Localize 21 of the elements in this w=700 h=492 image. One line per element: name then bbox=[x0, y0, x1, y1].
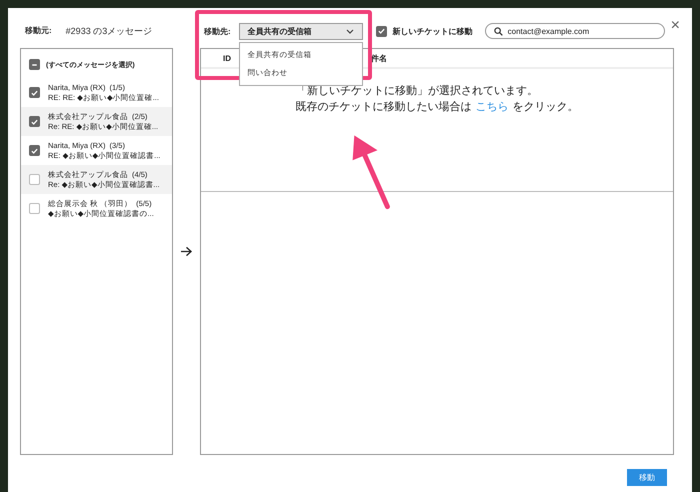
source-label: 移動元: bbox=[25, 24, 52, 36]
checkbox[interactable] bbox=[29, 174, 40, 185]
search-field[interactable]: contact@example.com bbox=[484, 23, 665, 39]
link[interactable]: こちら bbox=[476, 99, 508, 115]
check-icon bbox=[376, 26, 386, 36]
arrow-right-icon bbox=[180, 246, 193, 257]
destination-dropdown[interactable]: 全員共有の受信箱 bbox=[238, 22, 363, 40]
caret-icon bbox=[346, 28, 354, 34]
checkbox[interactable] bbox=[376, 26, 387, 36]
checkbox[interactable] bbox=[29, 145, 40, 156]
checkbox[interactable] bbox=[29, 87, 40, 98]
checkbox[interactable] bbox=[29, 59, 40, 70]
notice-text: をクリック。 bbox=[512, 100, 578, 115]
notice-text: 既存のチケットに移動したい場合は bbox=[296, 100, 472, 115]
destination-label: 移動先: bbox=[204, 26, 231, 36]
close-button[interactable]: × bbox=[668, 18, 682, 34]
checkbox[interactable] bbox=[29, 116, 40, 127]
source-value: #2933 の3メッセージ bbox=[66, 24, 152, 38]
checkbox-label: 新しいチケットに移動 bbox=[392, 26, 473, 36]
column-header: ID bbox=[222, 54, 232, 62]
checkbox[interactable] bbox=[29, 203, 40, 214]
